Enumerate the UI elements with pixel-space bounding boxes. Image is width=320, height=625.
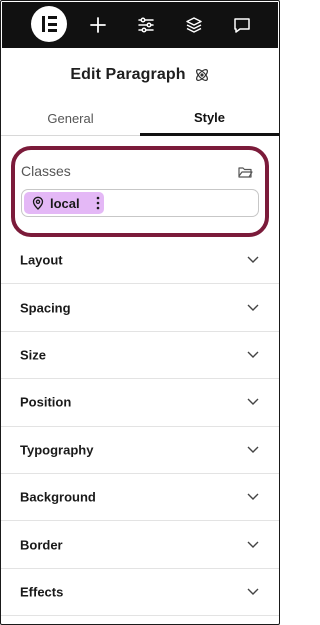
panel-tabs: General Style [1,101,279,136]
section-position[interactable]: Position [1,379,279,427]
section-label: Background [20,489,96,505]
section-background[interactable]: Background [1,474,279,522]
section-effects[interactable]: Effects [1,569,279,617]
chevron-down-icon [247,541,259,548]
layers-icon[interactable] [183,14,205,36]
section-border[interactable]: Border [1,521,279,569]
class-chip[interactable]: local [24,192,104,214]
location-pin-icon [32,196,44,210]
chevron-down-icon [247,351,259,358]
section-label: Layout [20,252,63,268]
panel-header: Edit Paragraph [1,59,279,91]
class-chip-label: local [50,195,80,211]
section-label: Effects [20,584,64,600]
chat-icon[interactable] [231,14,253,36]
chevron-down-icon [247,493,259,501]
section-label: Size [20,347,47,363]
style-sections: Layout Spacing Size Position Typography … [1,237,279,617]
section-spacing[interactable]: Spacing [1,284,279,332]
tab-style[interactable]: Style [140,101,279,136]
classes-input[interactable]: local [21,189,259,217]
section-label: Spacing [20,300,71,316]
chevron-down-icon [247,446,259,453]
kebab-menu-icon[interactable] [96,196,100,210]
folder-icon[interactable] [237,164,253,180]
classes-label: Classes [21,163,71,179]
sliders-icon[interactable] [135,14,157,36]
plus-icon[interactable] [87,14,109,36]
section-layout[interactable]: Layout [1,237,279,285]
top-toolbar [2,2,278,48]
tab-general[interactable]: General [1,101,140,136]
editor-panel: Edit Paragraph General Style Classes loc… [0,0,280,625]
section-label: Border [20,537,63,553]
chevron-down-icon [247,304,259,311]
section-typography[interactable]: Typography [1,427,279,474]
chevron-down-icon [247,588,259,595]
section-label: Position [20,394,72,410]
atom-icon [195,69,208,81]
chevron-down-icon [247,398,259,406]
elementor-logo-icon[interactable] [31,6,67,42]
classes-section: Classes local [11,146,269,237]
page-title: Edit Paragraph [70,66,186,83]
chevron-down-icon [247,256,259,264]
section-label: Typography [20,442,94,458]
section-size[interactable]: Size [1,332,279,380]
